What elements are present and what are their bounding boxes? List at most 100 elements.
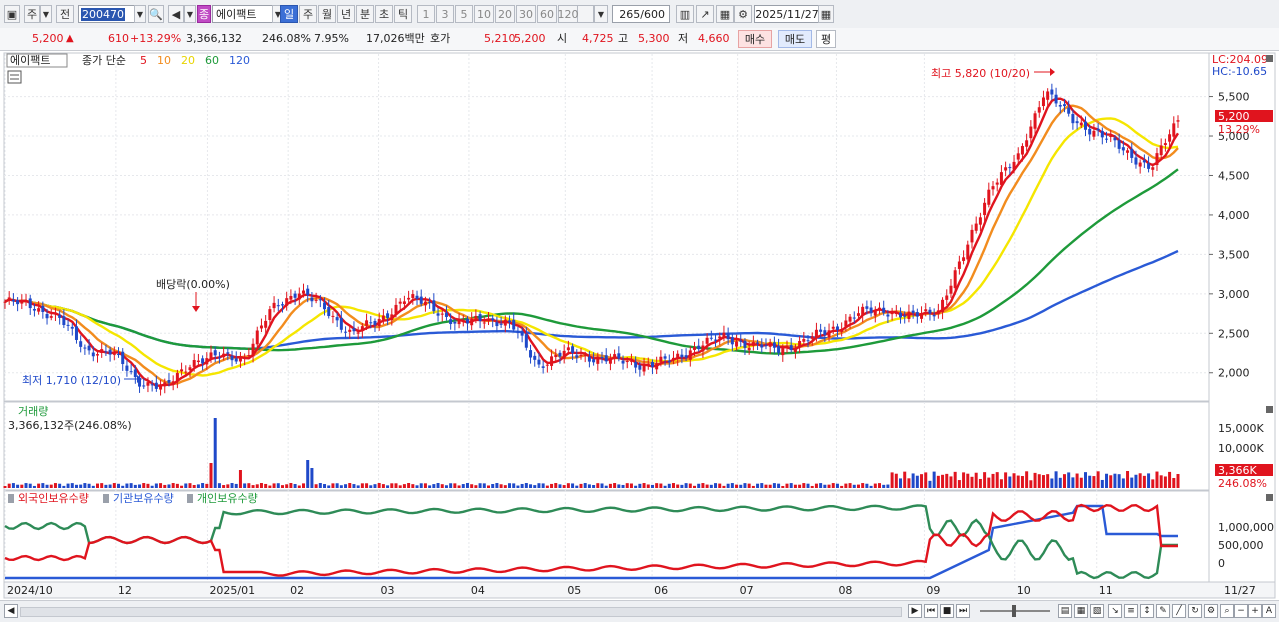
candle-body: [302, 290, 306, 294]
scroll-left-icon[interactable]: ◀: [4, 604, 18, 618]
volume-bar: [798, 484, 802, 488]
code-dropdown-icon[interactable]: ▼: [134, 5, 146, 23]
interval-dropdown-icon[interactable]: ▼: [594, 5, 608, 23]
volume-pane-close-icon[interactable]: [1266, 406, 1273, 413]
count-field[interactable]: 265/600: [612, 5, 670, 23]
stock-chart[interactable]: 5,5005,0004,5004,0003,5003,0002,5002,000…: [0, 50, 1279, 600]
candle-body: [545, 364, 549, 366]
holding-pane-close-icon[interactable]: [1266, 494, 1273, 501]
period-tab-0[interactable]: 일: [280, 5, 298, 23]
candle-body: [167, 380, 171, 383]
zoom-icon[interactable]: ⌕: [1220, 604, 1234, 618]
candle-body: [1041, 97, 1045, 107]
volume-bar: [66, 483, 70, 488]
interval-tab-30[interactable]: 30: [516, 5, 536, 23]
speaker-icon[interactable]: ◀: [168, 5, 184, 23]
font-size-icon[interactable]: A: [1262, 604, 1276, 618]
stock-name-field[interactable]: 에이팩트: [212, 5, 274, 23]
horizontal-scrollbar[interactable]: [20, 607, 902, 617]
calendar-icon[interactable]: ▦: [818, 5, 834, 23]
candle-body: [1121, 147, 1125, 151]
x-tick-label: 06: [654, 584, 668, 597]
last-page-icon[interactable]: ⏭: [956, 604, 970, 618]
ruler-icon[interactable]: ↕: [1140, 604, 1154, 618]
candle-body: [1138, 162, 1142, 167]
candle-body: [663, 356, 667, 359]
buy-button[interactable]: 매수: [738, 30, 772, 48]
search-icon[interactable]: 🔍: [148, 5, 164, 23]
candle-body: [1008, 167, 1012, 169]
config-icon[interactable]: ⚙: [1204, 604, 1218, 618]
pane-split-icon[interactable]: ▤: [1058, 604, 1072, 618]
zoom-slider-handle[interactable]: [1012, 605, 1016, 617]
candle-body: [508, 320, 512, 323]
candle-body: [554, 354, 558, 358]
mode-right-button[interactable]: 전: [56, 5, 74, 23]
trendline-icon[interactable]: ↘: [1108, 604, 1122, 618]
speaker-dropdown-icon[interactable]: ▼: [184, 5, 196, 23]
candle-body: [306, 288, 310, 296]
x-tick-label: 08: [838, 584, 852, 597]
interval-tab-120[interactable]: 120: [558, 5, 579, 23]
draw-icon[interactable]: ✎: [1156, 604, 1170, 618]
interval-tab-60[interactable]: 60: [537, 5, 557, 23]
period-tab-6[interactable]: 틱: [394, 5, 412, 23]
scroll-right-icon[interactable]: ▶: [908, 604, 922, 618]
candle-body: [66, 324, 70, 326]
period-tab-3[interactable]: 년: [337, 5, 355, 23]
candle-body: [381, 315, 385, 320]
volume-bar: [100, 483, 104, 488]
zoom-out-icon[interactable]: −: [1234, 604, 1248, 618]
fibonacci-icon[interactable]: ≡: [1124, 604, 1138, 618]
interval-tab-3[interactable]: 3: [436, 5, 454, 23]
period-tab-4[interactable]: 분: [356, 5, 374, 23]
candle-body: [894, 312, 898, 314]
eval-button[interactable]: 평: [816, 30, 836, 48]
volume-bar: [95, 483, 99, 488]
candle-body: [827, 330, 831, 338]
table-toggle-icon[interactable]: [7, 70, 22, 84]
mode-left-button[interactable]: 주: [24, 5, 40, 23]
refresh-icon[interactable]: ↻: [1188, 604, 1202, 618]
sell-button[interactable]: 매도: [778, 30, 812, 48]
price-pane-close-icon[interactable]: [1266, 55, 1273, 62]
first-page-icon[interactable]: ⏮: [924, 604, 938, 618]
candle-body: [1159, 145, 1163, 156]
interval-tab-20[interactable]: 20: [495, 5, 515, 23]
code-input[interactable]: 200470: [78, 5, 136, 23]
date-field[interactable]: 2025/11/27: [754, 5, 820, 23]
volume-bar: [999, 479, 1003, 488]
candle-body: [486, 318, 490, 322]
price-tick-label: 3,500: [1218, 248, 1250, 261]
settings-gear-icon[interactable]: ⚙: [734, 5, 752, 23]
open-price: 4,725: [582, 32, 614, 45]
up-arrow-icon: ▲: [66, 33, 74, 44]
indicator-icon[interactable]: ↗: [696, 5, 714, 23]
interval-tab-1[interactable]: 1: [417, 5, 435, 23]
mode-dropdown-icon[interactable]: ▼: [40, 5, 52, 23]
window-menu-icon[interactable]: ▣: [4, 5, 20, 23]
candle-body: [247, 355, 251, 357]
volume-tick-label: 15,000K: [1218, 422, 1264, 435]
volume-bar: [995, 472, 999, 488]
volume-bar: [877, 483, 881, 488]
line-icon[interactable]: ╱: [1172, 604, 1186, 618]
candle-body: [529, 350, 533, 358]
candle-body: [264, 320, 268, 328]
chart-area[interactable]: 5,500 5,000 4,500 4,000 3,500 3,000 2,500 2,000…: [0, 50, 1279, 600]
zoom-in-icon[interactable]: +: [1248, 604, 1262, 618]
interval-tab-10[interactable]: 10: [474, 5, 494, 23]
candle-type-icon[interactable]: ▥: [676, 5, 694, 23]
tool-icon[interactable]: ▦: [716, 5, 734, 23]
candle-body: [751, 342, 755, 346]
interval-tab-5[interactable]: 5: [455, 5, 473, 23]
pane-layout-icon[interactable]: ▦: [1074, 604, 1088, 618]
candle-body: [680, 354, 684, 358]
pane-copy-icon[interactable]: ▧: [1090, 604, 1104, 618]
period-tab-2[interactable]: 월: [318, 5, 336, 23]
candle-body: [911, 310, 915, 314]
period-tab-5[interactable]: 초: [375, 5, 393, 23]
stop-icon[interactable]: ■: [940, 604, 954, 618]
volume-pane-frame: [3, 401, 1210, 491]
period-tab-1[interactable]: 주: [299, 5, 317, 23]
